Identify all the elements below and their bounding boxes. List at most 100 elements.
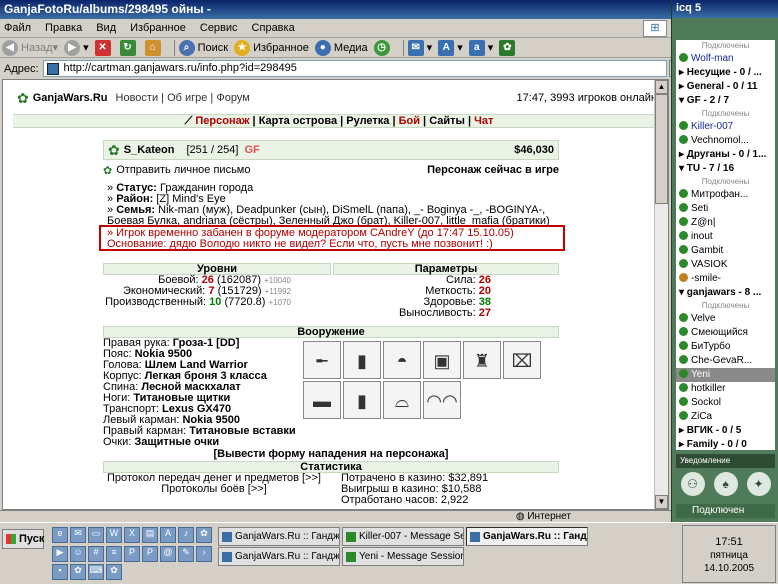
menu-edit[interactable]: Правка bbox=[45, 22, 82, 34]
icq-contact[interactable]: Seti bbox=[676, 202, 775, 216]
scroll-thumb[interactable] bbox=[655, 94, 668, 204]
menu-file[interactable]: Файл bbox=[4, 22, 31, 34]
insert-icon[interactable]: ⌓ bbox=[383, 381, 421, 419]
icq-contact[interactable]: inout bbox=[676, 230, 775, 244]
glasses-icon[interactable]: ◠◠ bbox=[423, 381, 461, 419]
nav-fight-link[interactable]: Бой bbox=[399, 115, 420, 127]
icq-contact[interactable]: Sockol bbox=[676, 396, 775, 410]
access-icon[interactable]: A bbox=[160, 527, 176, 543]
browser-title-bar[interactable]: GanjaFotoRu/albums/298495 ойны - bbox=[0, 0, 671, 19]
icq-status-button[interactable]: Подключен bbox=[676, 504, 775, 518]
mail-icon[interactable]: @ bbox=[160, 545, 176, 562]
taskbar-item[interactable]: Killer-007 - Message Ses... bbox=[342, 527, 464, 546]
icq-contact[interactable]: Che-GevaR... bbox=[676, 354, 775, 368]
icq-contact[interactable]: Wolf-man bbox=[676, 52, 775, 66]
media-player-icon[interactable]: ▶ bbox=[52, 545, 68, 562]
icq-group-header[interactable]: ▾ GF - 2 / 7 bbox=[676, 94, 775, 108]
nav-person-link[interactable]: Персонаж bbox=[195, 115, 249, 127]
ganja-toolbar-button[interactable]: ✿ bbox=[499, 39, 518, 56]
icq-title-bar[interactable]: icq 5 bbox=[672, 0, 778, 18]
ie-icon[interactable]: e bbox=[52, 527, 68, 543]
scroll-up-icon[interactable]: ▲ bbox=[655, 80, 668, 94]
icq-contact[interactable]: Gambit bbox=[676, 244, 775, 258]
nav-map-link[interactable]: Карта острова bbox=[259, 115, 337, 127]
site-brand[interactable]: GanjaWars.Ru bbox=[33, 92, 108, 104]
icq-services-icon[interactable]: ✦ bbox=[746, 472, 771, 496]
menu-tools[interactable]: Сервис bbox=[200, 22, 238, 34]
icq-contact[interactable]: Митрофан... bbox=[676, 188, 775, 202]
outlook-icon[interactable]: ✉ bbox=[70, 527, 86, 543]
shin-guard-icon[interactable]: ⌧ bbox=[503, 341, 541, 379]
icq-contact[interactable]: БиТурбо bbox=[676, 340, 775, 354]
font-size-button[interactable]: A ▾ bbox=[438, 39, 463, 56]
icq-contact[interactable]: Vechnomol... bbox=[676, 134, 775, 148]
icq-group-header[interactable]: ▾ ganjawars - 8 ... bbox=[676, 286, 775, 300]
calc-icon[interactable]: # bbox=[88, 545, 104, 562]
icq-contact[interactable]: Yeni bbox=[676, 368, 775, 382]
icq-contact[interactable]: ZiCa bbox=[676, 410, 775, 424]
syndicate-badge[interactable]: GF bbox=[244, 144, 259, 156]
forward-button[interactable]: ▶ ▾ bbox=[64, 39, 89, 56]
terminal-icon[interactable]: › bbox=[196, 545, 212, 562]
favorites-button[interactable]: ★ Избранное bbox=[234, 39, 309, 56]
console-icon[interactable]: ▪ bbox=[52, 564, 68, 581]
nav-sites-link[interactable]: Сайты bbox=[429, 115, 465, 127]
taskbar-item-active[interactable]: GanjaWars.Ru :: Гандж... bbox=[466, 527, 588, 546]
stop-button[interactable]: ✕ bbox=[94, 39, 114, 56]
icq-contact[interactable]: -smile- bbox=[676, 272, 775, 286]
messenger-icon[interactable]: ☺ bbox=[70, 545, 86, 562]
icq-group-header[interactable]: ▸ General - 0 / 11 bbox=[676, 80, 775, 94]
icq-contact[interactable]: hotkiller bbox=[676, 382, 775, 396]
photoshop-icon[interactable]: P bbox=[124, 545, 140, 562]
refresh-button[interactable]: ↻ bbox=[119, 39, 139, 56]
icq-network-icon[interactable]: ⚇ bbox=[680, 472, 705, 496]
rifle-icon[interactable]: ╾ bbox=[303, 341, 341, 379]
site-nav[interactable]: Новости | Об игре | Форум bbox=[116, 92, 250, 104]
menu-favorites[interactable]: Избранное bbox=[130, 22, 186, 34]
nav-chat-link[interactable]: Чат bbox=[474, 115, 493, 127]
fights-log-link[interactable]: Протоколы боёв [>>] bbox=[103, 484, 325, 495]
leaf-icon[interactable]: ✿ bbox=[70, 564, 86, 581]
menu-view[interactable]: Вид bbox=[96, 22, 116, 34]
paint-icon[interactable]: ✎ bbox=[178, 545, 194, 562]
scroll-down-icon[interactable]: ▼ bbox=[655, 495, 668, 509]
mail-button[interactable]: ✉ ▾ bbox=[407, 39, 432, 56]
taskbar-item[interactable]: Yeni - Message Session (... bbox=[342, 547, 464, 566]
page-scrollbar[interactable]: ▲ ▼ bbox=[654, 80, 668, 509]
notepad-icon[interactable]: ≡ bbox=[106, 545, 122, 562]
icq-games-icon[interactable]: ♠ bbox=[713, 472, 738, 496]
car-icon[interactable]: ▬ bbox=[303, 381, 341, 419]
leaf-icon[interactable]: ✿ bbox=[106, 564, 122, 581]
attack-form-link[interactable]: [Вывести форму нападения на персонажа] bbox=[103, 448, 559, 460]
phone-icon[interactable]: ▮ bbox=[343, 381, 381, 419]
history-button[interactable]: ◷ bbox=[373, 39, 393, 56]
icq-contact[interactable]: Z@n| bbox=[676, 216, 775, 230]
taskbar-item[interactable]: GanjaWars.Ru :: Гандж... bbox=[218, 527, 340, 546]
nav-roulette-link[interactable]: Рулетка bbox=[346, 115, 389, 127]
clock[interactable]: 17:51 bbox=[683, 536, 775, 548]
icq-group-header[interactable]: ▸ Family - 0 / 0 bbox=[676, 438, 775, 450]
keyboard-icon[interactable]: ⌨ bbox=[88, 564, 104, 581]
taskbar-item[interactable]: GanjaWars.Ru :: Гандж... bbox=[218, 547, 340, 566]
helmet-icon[interactable]: ◓ bbox=[383, 341, 421, 379]
icq-group-header[interactable]: ▸ ВГИК - 0 / 5 bbox=[676, 424, 775, 438]
word-icon[interactable]: W bbox=[106, 527, 122, 543]
camo-icon[interactable]: ♜ bbox=[463, 341, 501, 379]
icq-contact[interactable]: VASIOK bbox=[676, 258, 775, 272]
icq-group-header[interactable]: ▸ Друганы - 0 / 1... bbox=[676, 148, 775, 162]
icq-contact[interactable]: Velve bbox=[676, 312, 775, 326]
icq-contact[interactable]: Killer-007 bbox=[676, 120, 775, 134]
icq-flower-icon[interactable]: ✿ bbox=[196, 527, 212, 543]
back-button[interactable]: ◀ Назад ▾ bbox=[2, 39, 58, 56]
explorer-icon[interactable]: ▤ bbox=[142, 527, 158, 543]
icq-group-header[interactable]: ▸ Несущие - 0 / ... bbox=[676, 66, 775, 80]
icq-contact[interactable]: Смеющийся bbox=[676, 326, 775, 340]
phone-icon[interactable]: ▮ bbox=[343, 341, 381, 379]
powerpoint-icon[interactable]: P bbox=[142, 545, 158, 562]
home-button[interactable]: ⌂ bbox=[144, 39, 164, 56]
armor-icon[interactable]: ▣ bbox=[423, 341, 461, 379]
search-button[interactable]: ⌕ Поиск bbox=[178, 39, 228, 56]
address-input[interactable]: http://cartman.ganjawars.ru/info.php?id=… bbox=[42, 60, 667, 77]
winamp-icon[interactable]: ♪ bbox=[178, 527, 194, 543]
icq-group-header[interactable]: ▾ TU - 7 / 16 bbox=[676, 162, 775, 176]
